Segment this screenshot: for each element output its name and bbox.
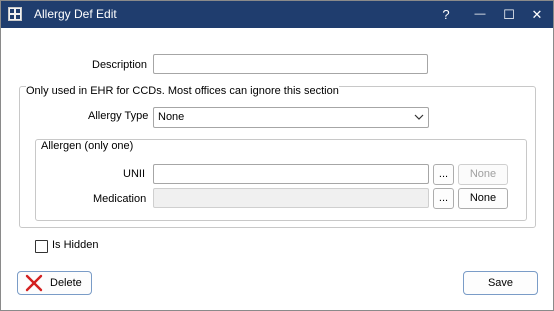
allergy-type-select[interactable]: None bbox=[153, 107, 429, 128]
allergy-type-label: Allergy Type bbox=[88, 110, 149, 122]
app-icon bbox=[8, 7, 22, 21]
is-hidden-label: Is Hidden bbox=[52, 239, 99, 251]
delete-x-icon bbox=[25, 274, 43, 292]
medication-none-button[interactable]: None bbox=[458, 188, 508, 209]
minimize-button[interactable]: — bbox=[465, 1, 495, 28]
ehr-section-label: Only used in EHR for CCDs. Most offices … bbox=[26, 85, 339, 97]
medication-browse-button[interactable]: ... bbox=[433, 188, 454, 209]
save-button-label: Save bbox=[487, 277, 514, 289]
description-label: Description bbox=[92, 59, 148, 71]
close-button[interactable]: ✕ bbox=[522, 1, 552, 28]
allergy-type-value: None bbox=[158, 111, 185, 123]
title-bar: Allergy Def Edit ? — ☐ ✕ bbox=[1, 1, 553, 28]
allergy-def-edit-window: Allergy Def Edit ? — ☐ ✕ Description Onl… bbox=[0, 0, 554, 311]
help-button[interactable]: ? bbox=[431, 1, 461, 28]
medication-label: Medication bbox=[93, 193, 147, 205]
allergen-group-label: Allergen (only one) bbox=[41, 140, 134, 152]
is-hidden-checkbox[interactable] bbox=[35, 240, 48, 253]
delete-button[interactable]: Delete bbox=[17, 271, 92, 295]
unii-input[interactable] bbox=[153, 164, 429, 184]
description-input[interactable] bbox=[153, 54, 428, 74]
dialog-body: Description Only used in EHR for CCDs. M… bbox=[1, 28, 553, 310]
chevron-down-icon bbox=[414, 114, 424, 120]
delete-button-label: Delete bbox=[50, 277, 82, 289]
unii-none-button[interactable]: None bbox=[458, 164, 508, 185]
unii-label: UNII bbox=[123, 168, 145, 180]
maximize-button[interactable]: ☐ bbox=[494, 1, 524, 28]
unii-browse-button[interactable]: ... bbox=[433, 164, 454, 185]
window-title: Allergy Def Edit bbox=[34, 7, 117, 21]
save-button[interactable]: Save bbox=[463, 271, 538, 295]
medication-input[interactable] bbox=[153, 188, 429, 208]
